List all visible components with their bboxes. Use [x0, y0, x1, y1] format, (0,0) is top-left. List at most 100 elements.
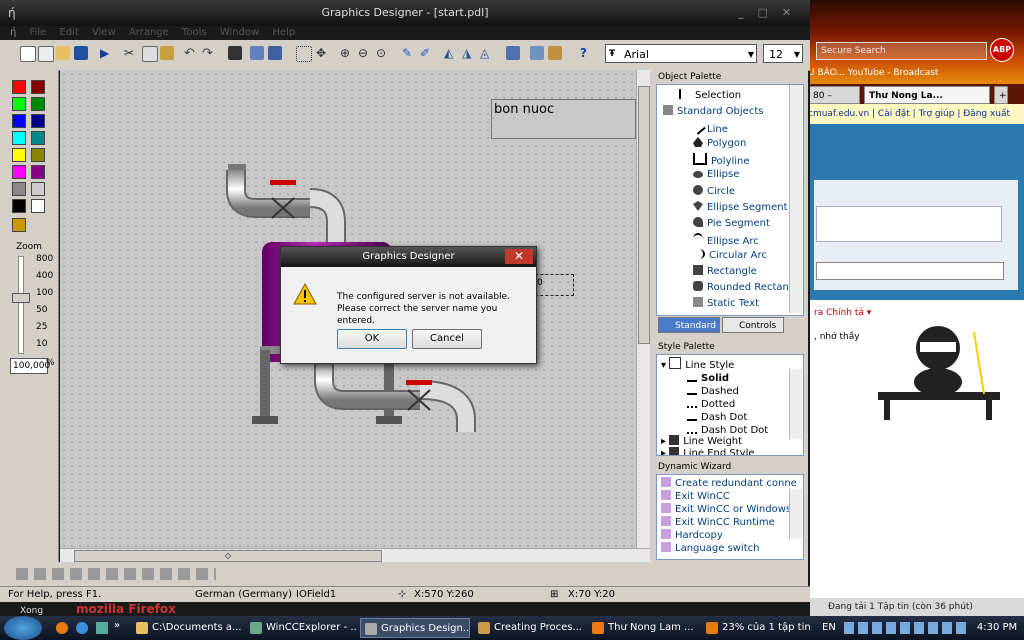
close-icon[interactable]: ✕: [505, 249, 533, 264]
wizard-item[interactable]: Create redundant conne: [661, 477, 797, 489]
start-button[interactable]: [4, 616, 42, 640]
taskbar-item[interactable]: 23% của 1 tập tin...: [702, 618, 812, 638]
zoom-fit-icon[interactable]: ⊙: [376, 46, 390, 60]
color-lime[interactable]: [12, 97, 26, 111]
wizard-item[interactable]: Language switch: [661, 542, 759, 554]
menu-help[interactable]: Help: [272, 27, 295, 38]
color-cyan[interactable]: [12, 131, 26, 145]
new-icon[interactable]: [20, 46, 36, 62]
zoom-input[interactable]: 100,000: [10, 358, 50, 374]
color-yellow[interactable]: [12, 148, 26, 162]
tab-controls[interactable]: Controls: [722, 317, 784, 333]
window-controls[interactable]: _□✕: [738, 6, 805, 19]
color-maroon[interactable]: [31, 80, 45, 94]
tree-item-ellipse[interactable]: Ellipse: [693, 169, 739, 180]
wizard-item[interactable]: Hardcopy: [661, 529, 723, 541]
taskbar-item[interactable]: WinCCExplorer - ...: [246, 618, 356, 638]
clock[interactable]: 4:30 PM: [972, 616, 1022, 640]
tree-item-ellipse-arc[interactable]: Ellipse Arc: [693, 233, 759, 247]
wizard-item[interactable]: Exit WinCC: [661, 490, 730, 502]
static-text-object[interactable]: bon nuoc: [491, 99, 636, 139]
style-dashed[interactable]: Dashed: [687, 383, 739, 397]
mirror-h-icon[interactable]: ◭: [444, 46, 458, 60]
color-blue[interactable]: [12, 114, 26, 128]
io-field-object[interactable]: 0: [535, 274, 574, 296]
tree-item-polygon[interactable]: Polygon: [693, 137, 746, 149]
grid-icon[interactable]: [296, 46, 312, 62]
palette-scrollbar[interactable]: [789, 85, 802, 313]
bring-front-icon[interactable]: [250, 46, 264, 60]
zoom-level[interactable]: 400: [36, 271, 53, 281]
redo-icon[interactable]: ↷: [202, 46, 216, 61]
zoom-in-icon[interactable]: ⊕: [340, 46, 354, 60]
color-red[interactable]: [12, 80, 26, 94]
color-black[interactable]: [12, 199, 26, 213]
style-dash-dot[interactable]: Dash Dot: [687, 409, 747, 423]
horizontal-scroll-thumb[interactable]: ◇: [74, 550, 382, 562]
color-magenta[interactable]: [12, 165, 26, 179]
paste-icon[interactable]: [160, 46, 174, 60]
page-links[interactable]: cmuaf.edu.vn | Cài đặt | Trợ giúp | Đăng…: [808, 104, 1024, 124]
quicklaunch-more-icon[interactable]: »: [114, 620, 120, 631]
tree-item-static-text[interactable]: Static Text: [693, 297, 759, 309]
tree-item-rounded-rectangle[interactable]: Rounded Rectan: [693, 281, 789, 293]
taskbar-item-active[interactable]: Graphics Design...: [360, 618, 470, 638]
cancel-button[interactable]: Cancel: [412, 329, 482, 349]
zoom-slider[interactable]: [18, 256, 24, 354]
transfer-icon[interactable]: ✐: [420, 46, 434, 60]
wizard-item[interactable]: Exit WinCC or Windows: [661, 503, 791, 515]
move-icon[interactable]: ✥: [316, 46, 330, 60]
tree-item-rectangle[interactable]: Rectangle: [693, 265, 757, 277]
color-navy[interactable]: [31, 114, 45, 128]
taskbar-item[interactable]: Thư Nong Lam ...: [588, 618, 698, 638]
alignment-icons[interactable]: [16, 568, 216, 580]
library-icon[interactable]: [530, 46, 544, 60]
spell-link[interactable]: ra Chính tả ▾: [814, 308, 871, 318]
color-purple[interactable]: [31, 165, 45, 179]
taskbar-item[interactable]: C:\Documents a...: [132, 618, 242, 638]
vertical-scroll-thumb[interactable]: [638, 86, 650, 344]
tag-icon[interactable]: [548, 46, 562, 60]
color-gray[interactable]: [12, 182, 26, 196]
tree-item-line[interactable]: Line: [690, 119, 728, 135]
tree-item-circle[interactable]: Circle: [693, 185, 735, 197]
wizard-item[interactable]: Exit WinCC Runtime: [661, 516, 775, 528]
style-line-end[interactable]: ▸ Line End Style: [661, 447, 755, 455]
color-olive[interactable]: [31, 148, 45, 162]
save-icon[interactable]: [74, 46, 88, 60]
style-dash-dot-dot[interactable]: Dash Dot Dot: [687, 422, 768, 436]
tab-standard[interactable]: Standard: [658, 317, 720, 333]
run-icon[interactable]: ▶: [100, 46, 114, 60]
zoom-level[interactable]: 100: [36, 288, 53, 298]
font-select[interactable]: Ŧ Arial ▼: [605, 44, 757, 63]
zoom-level[interactable]: 800: [36, 254, 53, 264]
tree-item-standard[interactable]: Standard Objects: [663, 105, 763, 117]
bookmarks-bar[interactable]: U BÁO... YouTube - Broadcast: [808, 64, 1024, 82]
layers-icon[interactable]: [506, 46, 520, 60]
tree-item-selection[interactable]: Selection: [679, 89, 741, 101]
tray-icons[interactable]: [844, 622, 968, 634]
new-tab-icon[interactable]: +: [994, 86, 1008, 104]
browser-tab[interactable]: 80 –: [808, 86, 860, 104]
mirror-v-icon[interactable]: ◬: [480, 46, 494, 60]
wizard-scrollbar[interactable]: [789, 489, 802, 539]
style-scrollbar[interactable]: [789, 369, 802, 439]
style-dotted[interactable]: Dotted: [687, 396, 735, 410]
color-green[interactable]: [31, 97, 45, 111]
browser-tab-active[interactable]: Thư Nong La...: [864, 86, 990, 104]
menu-arrange[interactable]: Arrange: [129, 27, 169, 38]
send-back-icon[interactable]: [268, 46, 282, 60]
zoom-level[interactable]: 10: [36, 339, 47, 349]
rotate-icon[interactable]: ◮: [462, 46, 476, 60]
undo-icon[interactable]: ↶: [184, 46, 198, 61]
firefox-icon[interactable]: [56, 622, 68, 634]
menu-view[interactable]: View: [92, 27, 116, 38]
browser-search-input[interactable]: Secure Search: [816, 42, 987, 60]
tree-item-pie-segment[interactable]: Pie Segment: [693, 217, 770, 229]
new-picture-icon[interactable]: [38, 46, 54, 62]
print-icon[interactable]: [228, 46, 242, 60]
help-icon[interactable]: ?: [580, 46, 594, 60]
cut-icon[interactable]: ✂: [124, 46, 138, 60]
menu-file[interactable]: File: [30, 27, 47, 38]
menu-window[interactable]: Window: [220, 27, 259, 38]
